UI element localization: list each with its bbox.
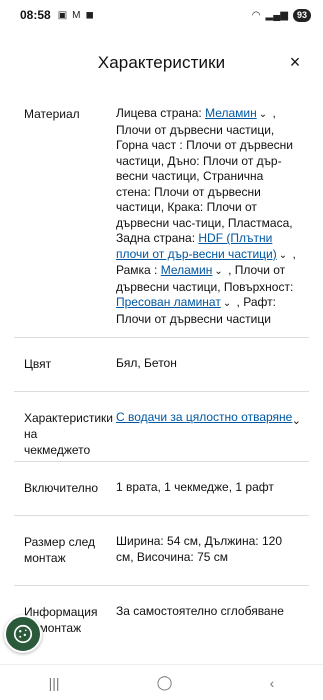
spec-row-drawer: Характеристики на чекмеджето С водачи за… (14, 392, 309, 462)
cookie-icon (13, 624, 33, 644)
status-bar: 08:58 ▣ M ◼ ◠ ▂▄▆ 93 (0, 0, 323, 30)
system-navigation-bar: ||| ◯ ‹ (0, 664, 323, 700)
recent-apps-button[interactable]: ||| (49, 675, 60, 691)
photo-icon: ▣ (57, 9, 68, 21)
chevron-down-icon[interactable]: ⌄ (223, 296, 231, 312)
material-link-melamine[interactable]: Меламин (205, 106, 257, 120)
signal-icon: ▂▄▆ (265, 9, 288, 21)
status-time: 08:58 (20, 8, 51, 22)
spec-row-assembled-size: Размер след монтаж Ширина: 54 см, Дължин… (14, 516, 309, 586)
close-button[interactable]: × (285, 52, 305, 72)
spec-value: За самостоятелно сглобяване (116, 604, 284, 618)
mail-icon: M (72, 9, 81, 21)
spec-label: Материал (24, 107, 80, 121)
close-icon: × (289, 51, 301, 72)
chevron-down-icon[interactable]: ⌄ (214, 264, 222, 280)
chevron-down-icon[interactable]: ⌄ (259, 107, 267, 123)
spec-label: Характеристики на чекмеджето (24, 411, 113, 457)
sheet-header: Характеристики × (0, 40, 323, 86)
drawer-feature-link[interactable]: С водачи за цялостно отваряне (116, 410, 292, 424)
spec-label: Цвят (24, 357, 52, 371)
material-link-laminate[interactable]: Пресован ламинат (116, 295, 221, 309)
home-button[interactable]: ◯ (157, 674, 173, 691)
spec-row-assembly: Информация за монтаж За самостоятелно сг… (14, 586, 309, 646)
page-title: Характеристики (97, 53, 226, 72)
spec-value: 1 врата, 1 чекмедже, 1 рафт (116, 480, 274, 494)
system-icons: ◠ ▂▄▆ 93 (251, 8, 311, 22)
video-icon: ◼ (85, 9, 94, 21)
spec-text: Лицева страна: (116, 106, 206, 120)
notification-icons: ▣ M ◼ (58, 10, 94, 21)
chevron-down-icon[interactable]: ⌄ (292, 414, 301, 430)
chevron-down-icon[interactable]: ⌄ (279, 248, 287, 264)
wifi-icon: ◠ (251, 9, 261, 21)
material-link-melamine-frame[interactable]: Меламин (161, 263, 213, 277)
spec-value: Лицева страна: Меламин ⌄ , Плочи от дърве… (106, 106, 309, 326)
spec-text: , Плочи от дървесни частици, Горна част … (116, 106, 293, 245)
spec-row-color: Цвят Бял, Бетон (14, 338, 309, 392)
spec-label: Размер след монтаж (24, 535, 95, 565)
spec-value: С водачи за цялостно отваряне ⌄ (106, 410, 309, 443)
spec-value: Ширина: 54 см, Дължина: 120 см, Височина… (116, 534, 282, 564)
spec-value: Бял, Бетон (116, 356, 177, 370)
back-button[interactable]: ‹ (270, 675, 275, 691)
spec-label: Включително (24, 481, 99, 495)
battery-indicator: 93 (292, 8, 311, 22)
cookie-settings-button[interactable] (4, 615, 42, 653)
spec-row-included: Включително 1 врата, 1 чекмедже, 1 рафт (14, 462, 309, 516)
spec-row-material: Материал Лицева страна: Меламин ⌄ , Плочи… (14, 88, 309, 338)
specifications-list: Материал Лицева страна: Меламин ⌄ , Плочи… (14, 88, 309, 663)
